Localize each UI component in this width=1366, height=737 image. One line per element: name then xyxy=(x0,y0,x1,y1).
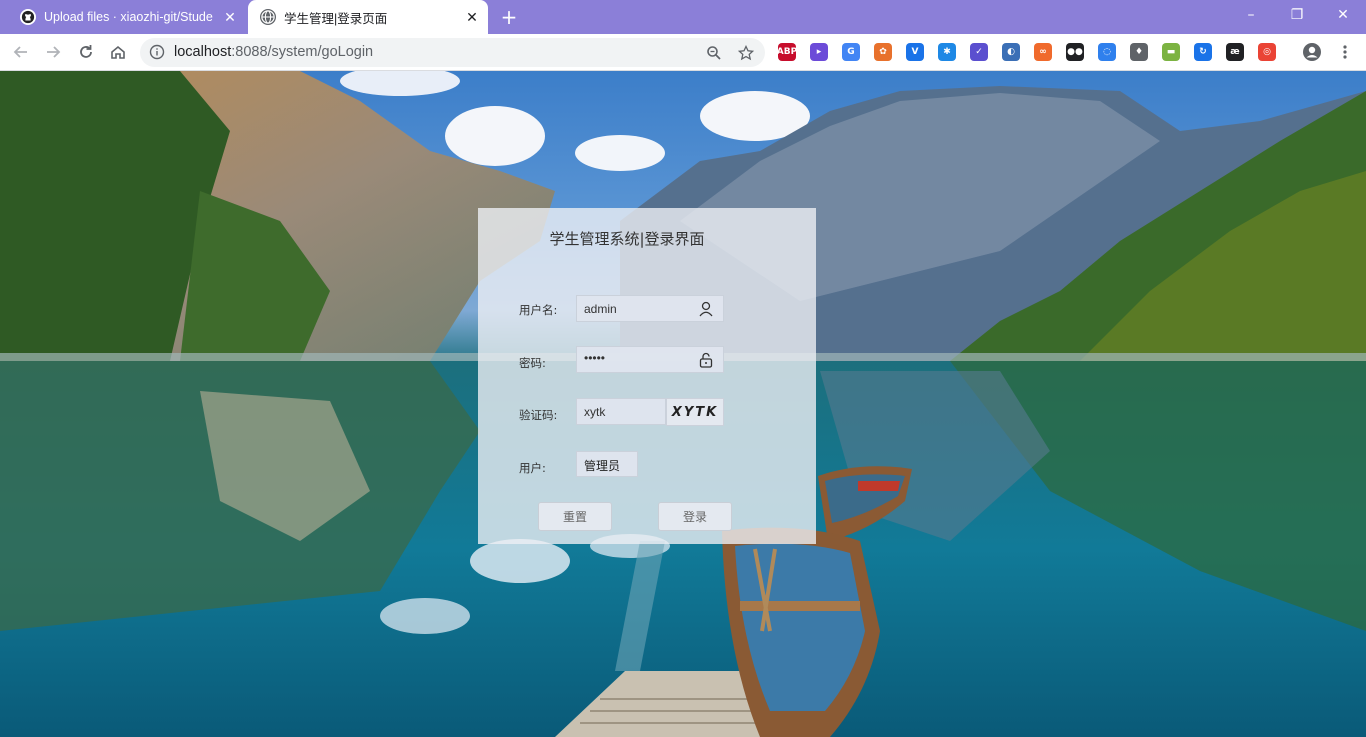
chrome-extension-icon[interactable]: ◎ xyxy=(1258,43,1276,61)
adblock-plus-icon[interactable]: ABP xyxy=(777,43,797,61)
tab-close-icon[interactable]: ✕ xyxy=(220,7,240,27)
reload-icon xyxy=(80,45,92,58)
home-button[interactable] xyxy=(105,39,131,65)
password-field[interactable]: ••••• xyxy=(576,346,724,373)
address-bar[interactable]: localhost:8088/system/goLogin xyxy=(140,38,765,67)
role-label: 用户: xyxy=(519,461,546,475)
vue-devtools-icon[interactable]: V xyxy=(906,43,924,61)
login-button[interactable]: 登录 xyxy=(658,502,732,531)
arrow-left-icon xyxy=(13,46,27,58)
username-value: admin xyxy=(584,302,617,316)
compass-extension-icon[interactable]: ◐ xyxy=(1002,43,1020,61)
tab-login-page[interactable]: 学生管理|登录页面 ✕ xyxy=(248,0,488,34)
reset-button[interactable]: 重置 xyxy=(538,502,612,531)
github-icon xyxy=(20,9,36,25)
refresh-extension-icon[interactable]: ↻ xyxy=(1194,43,1212,61)
username-label: 用户名: xyxy=(519,303,558,317)
infinity-extension-icon[interactable]: ∞ xyxy=(1034,43,1052,61)
new-tab-button[interactable]: + xyxy=(498,7,520,29)
maximize-button[interactable]: ❐ xyxy=(1274,0,1320,30)
tab-close-icon[interactable]: ✕ xyxy=(462,7,482,27)
grass-extension-icon[interactable]: ▬ xyxy=(1162,43,1180,61)
role-select[interactable]: 管理员 xyxy=(576,451,638,477)
tab-title: Upload files · xiaozhi-git/Stude xyxy=(44,10,213,24)
check-circle-extension-icon[interactable]: ✓ xyxy=(970,43,988,61)
cursor-extension-icon[interactable]: ▸ xyxy=(810,43,828,61)
home-icon xyxy=(111,45,125,59)
profile-button[interactable] xyxy=(1299,39,1325,65)
password-label: 密码: xyxy=(519,356,546,370)
loading-extension-icon[interactable]: ◌ xyxy=(1098,43,1116,61)
tampermonkey-icon[interactable]: ●● xyxy=(1066,43,1084,61)
browser-tab-strip: Upload files · xiaozhi-git/Stude ✕ 学生管理|… xyxy=(0,0,1366,34)
lock-icon xyxy=(697,351,715,369)
globe-icon xyxy=(260,9,276,25)
info-icon[interactable] xyxy=(149,44,165,64)
nodes-extension-icon[interactable]: ✿ xyxy=(874,43,892,61)
snowflake-extension-icon[interactable]: ✱ xyxy=(938,43,956,61)
captcha-field[interactable]: xytk xyxy=(576,398,666,425)
password-value: ••••• xyxy=(584,351,606,365)
kebab-menu-icon xyxy=(1343,45,1347,59)
close-window-button[interactable]: ✕ xyxy=(1320,0,1366,30)
google-translate-icon[interactable]: G xyxy=(842,43,860,61)
url-text: localhost:8088/system/goLogin xyxy=(174,44,374,60)
back-button[interactable] xyxy=(8,39,34,65)
avatar-icon xyxy=(1303,43,1321,61)
captcha-value: xytk xyxy=(584,405,606,419)
minimize-button[interactable]: – xyxy=(1228,0,1274,30)
bookmark-star-icon[interactable] xyxy=(737,44,755,62)
reload-button[interactable] xyxy=(73,39,99,65)
forward-button[interactable] xyxy=(40,39,66,65)
bulb-extension-icon[interactable]: ♦ xyxy=(1130,43,1148,61)
username-field[interactable]: admin xyxy=(576,295,724,322)
captcha-image[interactable]: XYTK xyxy=(666,398,724,426)
chrome-menu-button[interactable] xyxy=(1332,39,1358,65)
arrow-right-icon xyxy=(47,46,61,58)
tab-github-upload[interactable]: Upload files · xiaozhi-git/Stude ✕ xyxy=(8,0,246,34)
ae-extension-icon[interactable]: æ xyxy=(1226,43,1244,61)
user-icon xyxy=(697,300,715,318)
tab-title: 学生管理|登录页面 xyxy=(284,11,388,26)
login-panel: 学生管理系统|登录界面 用户名: admin 密码: ••••• 验证码: xy… xyxy=(478,208,816,544)
zoom-icon[interactable] xyxy=(705,44,723,62)
page-title: 学生管理系统|登录界面 xyxy=(549,230,705,248)
captcha-label: 验证码: xyxy=(519,408,558,422)
browser-toolbar: localhost:8088/system/goLogin ABP ▸ G ✿ V ✱ ✓ ◐… xyxy=(0,34,1366,71)
